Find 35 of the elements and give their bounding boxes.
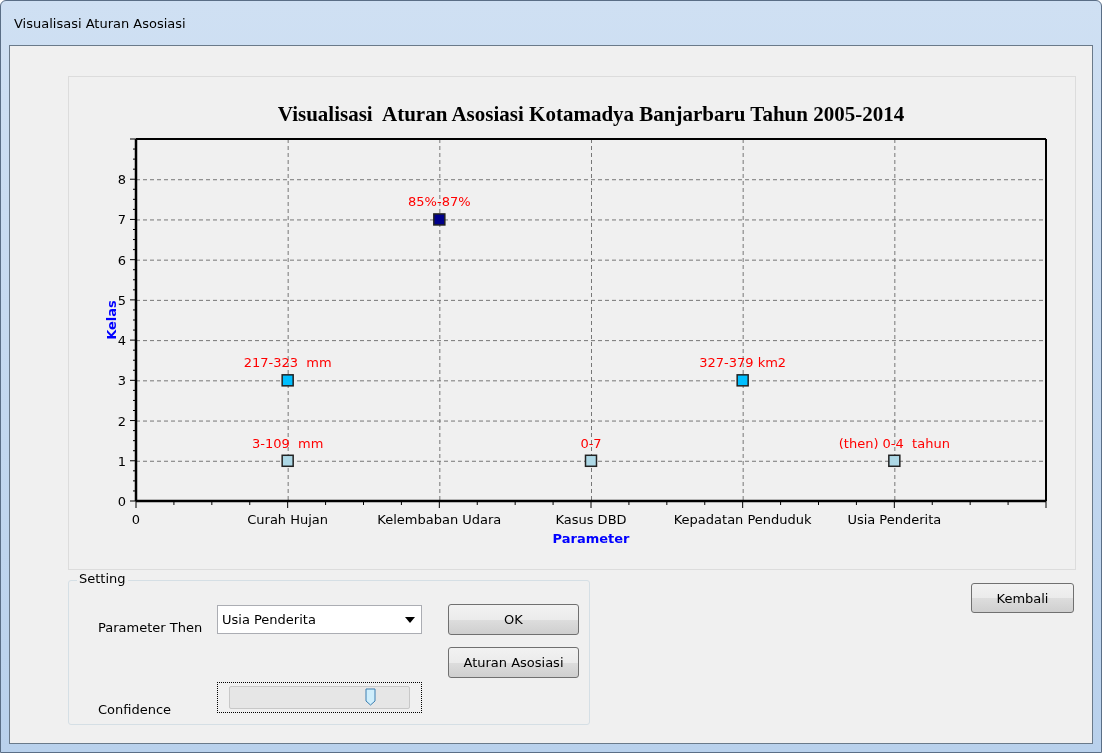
x-tick-label: Kepadatan Penduduk <box>673 512 812 527</box>
y-tick-label: 5 <box>117 292 126 308</box>
window-title: Visualisasi Aturan Asosiasi <box>14 15 186 31</box>
x-axis-title: Parameter <box>552 531 630 546</box>
group-title: Setting <box>77 571 128 586</box>
confidence-slider[interactable] <box>217 682 422 713</box>
y-axis-title: Kelas <box>104 300 119 340</box>
y-tick-label: 0 <box>117 494 126 509</box>
y-tick-label: 1 <box>117 453 126 469</box>
point-label: 327-379 km2 <box>699 355 787 371</box>
y-tick-label: 8 <box>117 172 126 188</box>
point-label: (then) 0-4 tahun <box>838 435 950 451</box>
back-button[interactable]: Kembali <box>971 583 1074 613</box>
point-label: 85%-87% <box>408 194 471 210</box>
field-label: Confidence <box>97 702 173 717</box>
x-tick-label: 0 <box>131 512 141 527</box>
parameter-dropdown[interactable]: Usia Penderita <box>217 605 422 634</box>
field-label: Parameter Then <box>97 620 204 635</box>
ok-button[interactable]: OK <box>448 604 579 635</box>
point-label: 217-323 mm <box>243 355 332 371</box>
x-tick-label: Usia Penderita <box>847 512 942 527</box>
y-tick-label: 2 <box>117 413 126 429</box>
x-tick-label: Curah Hujan <box>247 512 329 527</box>
y-tick-label: 7 <box>117 212 126 228</box>
y-tick-label: 3 <box>117 373 126 389</box>
x-tick-label: Kelembaban Udara <box>377 512 502 527</box>
y-tick-label: 6 <box>117 252 126 268</box>
y-tick-label: 4 <box>117 333 126 349</box>
chart-title: Visualisasi Aturan Asosiasi Kotamadya Banjarbaru Tahun 2005-2014 <box>277 102 905 126</box>
association-rules-button[interactable]: Aturan Asosiasi <box>448 647 579 678</box>
caret-icon <box>405 616 415 623</box>
point-label: 0-7 <box>580 435 602 451</box>
point-label: 3-109 mm <box>252 435 324 451</box>
x-tick-label: Kasus DBD <box>555 512 627 527</box>
slider-thumb[interactable] <box>364 688 376 706</box>
